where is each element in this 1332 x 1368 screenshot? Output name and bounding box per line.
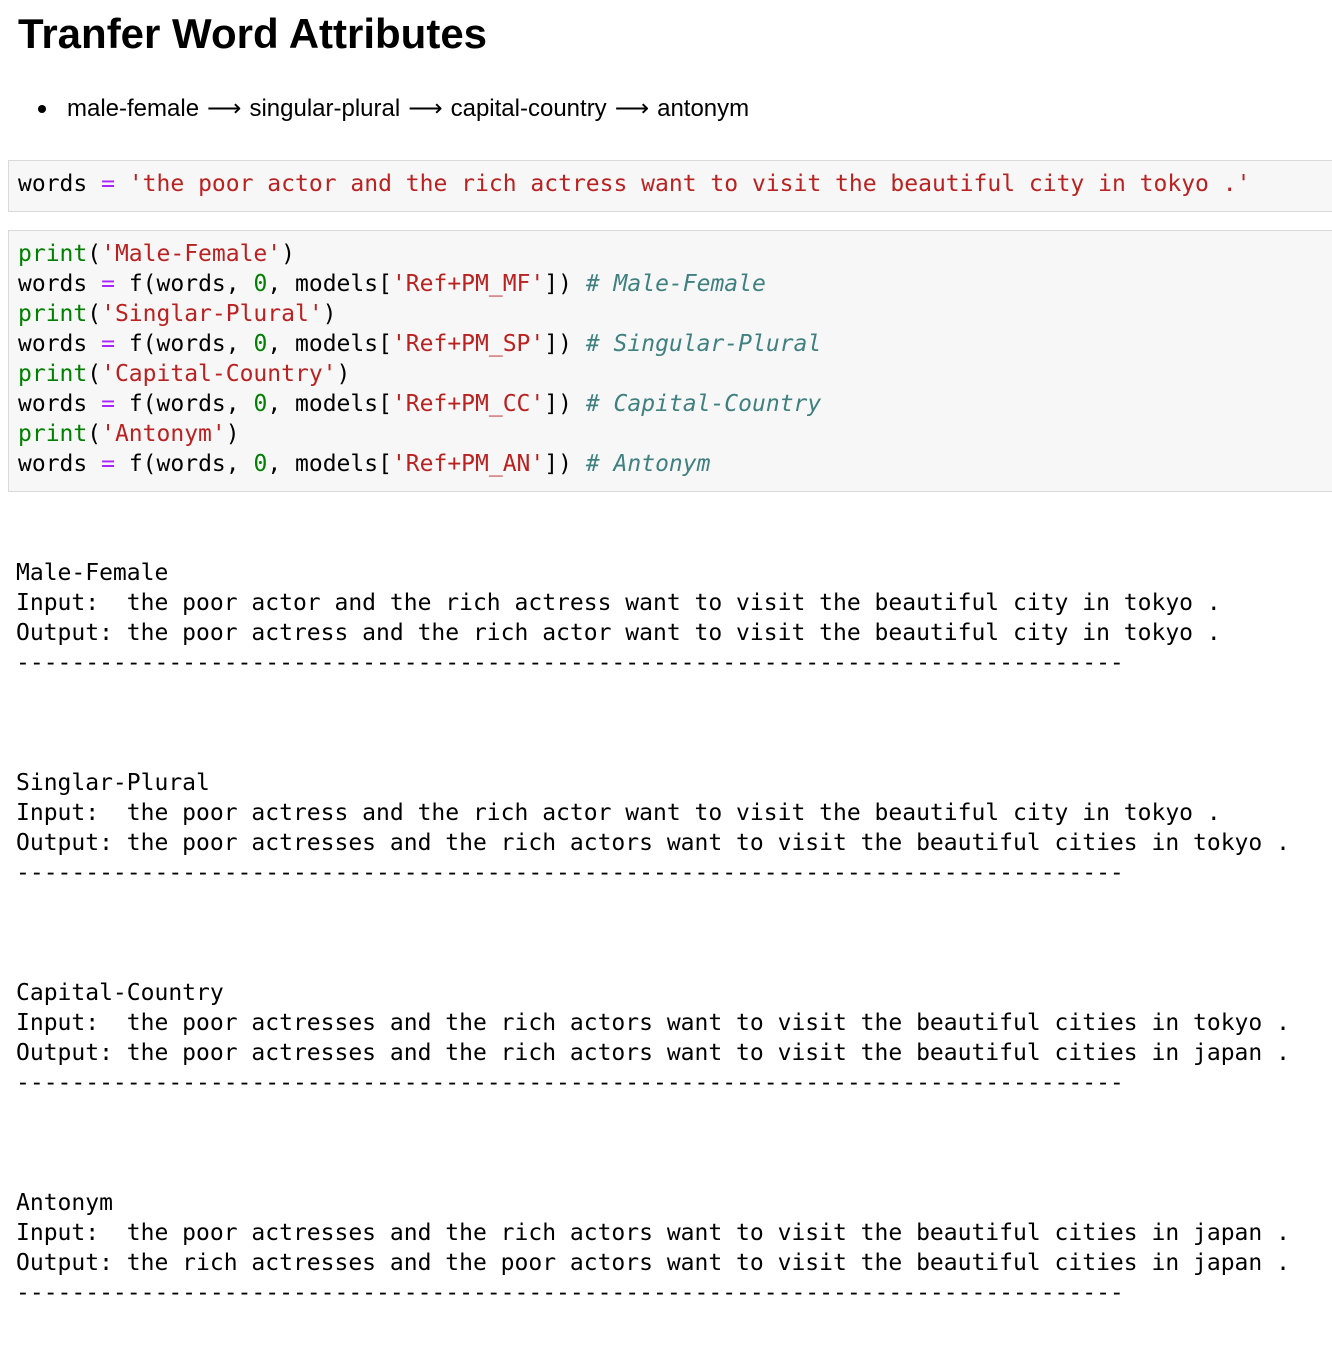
output-input-line: Input: the poor actress and the rich act… (16, 800, 1221, 826)
code-call: ]) (544, 331, 572, 357)
code-number: 0 (253, 271, 268, 297)
code-call: f(words, (128, 451, 254, 477)
code-variable: words (18, 451, 88, 477)
code-operator: = (101, 391, 115, 417)
output-block-capital-country: Capital-Country Input: the poor actresses… (16, 978, 1290, 1128)
code-line: words = 'the poor actor and the rich act… (9, 161, 1332, 199)
output-output-line: Output: the poor actresses and the rich … (16, 830, 1290, 856)
code-call: ]) (544, 451, 572, 477)
output-header: Male-Female (16, 560, 169, 586)
code-string: 'Singlar-Plural' (101, 301, 323, 327)
code-number: 0 (253, 391, 268, 417)
code-operator: = (101, 451, 115, 477)
code-variable: words (18, 271, 88, 297)
cell-output: Male-Female Input: the poor actor and the… (16, 498, 1290, 1368)
code-line-assign: words = f(words, 0, models['Ref+PM_SP'])… (18, 331, 821, 357)
code-number: 0 (253, 331, 268, 357)
code-call: , models[ (267, 271, 392, 297)
code-call: f(words, (128, 331, 254, 357)
code-call: , models[ (267, 331, 392, 357)
code-comment: # Antonym (585, 451, 711, 477)
output-block-antonym: Antonym Input: the poor actresses and the… (16, 1188, 1290, 1338)
attribute-list: male-female ⟶ singular-plural ⟶ capital-… (38, 92, 749, 126)
arrow-right-icon: ⟶ (408, 95, 443, 122)
code-line-print: print('Antonym') (18, 421, 240, 447)
attribute-male-female: male-female (67, 95, 200, 122)
code-line-assign: words = f(words, 0, models['Ref+PM_MF'])… (18, 271, 766, 297)
code-line-assign: words = f(words, 0, models['Ref+PM_AN'])… (18, 451, 710, 477)
code-keyword: print (18, 241, 88, 267)
code-operator: = (101, 171, 115, 197)
code-block: print('Male-Female') words = f(words, 0,… (9, 231, 1332, 479)
code-cell-transfer[interactable]: print('Male-Female') words = f(words, 0,… (8, 230, 1332, 492)
code-call: ]) (544, 391, 572, 417)
output-input-line: Input: the poor actor and the rich actre… (16, 590, 1221, 616)
code-line-print: print('Singlar-Plural') (18, 301, 337, 327)
code-variable: words (18, 391, 88, 417)
code-call: ]) (544, 271, 572, 297)
output-separator: ----------------------------------------… (16, 1280, 1124, 1306)
bullet-icon (38, 105, 46, 113)
code-line-print: print('Male-Female') (18, 241, 295, 267)
code-operator: = (101, 271, 115, 297)
code-call: f(words, (128, 391, 254, 417)
output-separator: ----------------------------------------… (16, 1070, 1124, 1096)
page-title: Tranfer Word Attributes (18, 10, 488, 57)
code-string: 'Ref+PM_MF' (391, 271, 545, 297)
code-line-assign: words = f(words, 0, models['Ref+PM_CC'])… (18, 391, 821, 417)
code-number: 0 (253, 451, 268, 477)
code-variable: words (18, 171, 88, 197)
output-block-male-female: Male-Female Input: the poor actor and the… (16, 558, 1290, 708)
output-block-singular-plural: Singlar-Plural Input: the poor actress an… (16, 768, 1290, 918)
attribute-capital-country: capital-country (450, 95, 607, 122)
output-separator: ----------------------------------------… (16, 860, 1124, 886)
code-string: 'Capital-Country' (101, 361, 337, 387)
code-string: 'the poor actor and the rich actress wan… (128, 171, 1251, 197)
code-comment: # Male-Female (585, 271, 766, 297)
code-keyword: print (18, 421, 88, 447)
arrow-right-icon: ⟶ (207, 95, 242, 122)
code-string: 'Antonym' (101, 421, 226, 447)
code-string: 'Ref+PM_AN' (391, 451, 545, 477)
code-line-print: print('Capital-Country') (18, 361, 351, 387)
attribute-singular-plural: singular-plural (249, 95, 401, 122)
code-keyword: print (18, 301, 88, 327)
attribute-antonym: antonym (657, 95, 750, 122)
code-comment: # Singular-Plural (585, 331, 822, 357)
output-output-line: Output: the poor actresses and the rich … (16, 1040, 1290, 1066)
output-input-line: Input: the poor actresses and the rich a… (16, 1010, 1290, 1036)
attribute-list-item: male-female ⟶ singular-plural ⟶ capital-… (38, 92, 749, 126)
output-output-line: Output: the poor actress and the rich ac… (16, 620, 1221, 646)
code-cell-words[interactable]: words = 'the poor actor and the rich act… (8, 160, 1332, 212)
code-string: 'Ref+PM_CC' (391, 391, 545, 417)
code-string: 'Male-Female' (101, 241, 282, 267)
output-input-line: Input: the poor actresses and the rich a… (16, 1220, 1290, 1246)
code-string: 'Ref+PM_SP' (391, 331, 545, 357)
arrow-right-icon: ⟶ (614, 95, 650, 122)
output-header: Antonym (16, 1190, 113, 1216)
output-header: Capital-Country (16, 980, 224, 1006)
code-call: , models[ (267, 391, 392, 417)
output-header: Singlar-Plural (16, 770, 210, 796)
code-comment: # Capital-Country (585, 391, 822, 417)
code-keyword: print (18, 361, 88, 387)
code-call: , models[ (267, 451, 392, 477)
code-call: f(words, (128, 271, 254, 297)
output-separator: ----------------------------------------… (16, 650, 1124, 676)
code-variable: words (18, 331, 88, 357)
output-output-line: Output: the rich actresses and the poor … (16, 1250, 1290, 1276)
code-operator: = (101, 331, 115, 357)
